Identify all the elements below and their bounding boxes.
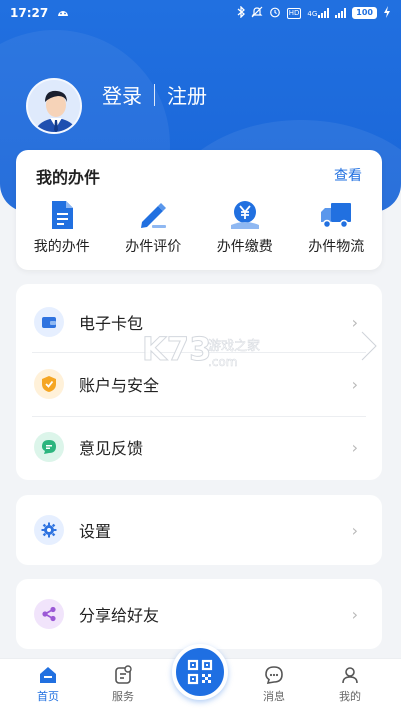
menu-label: 分享给好友 xyxy=(79,606,160,625)
tab-label: 我的 xyxy=(339,690,361,703)
menu-item-account-security[interactable]: 账户与安全 › xyxy=(16,353,382,415)
user-icon xyxy=(342,667,358,684)
service-icon xyxy=(115,665,132,684)
menu-item-card-wallet[interactable]: 电子卡包 › xyxy=(16,291,382,353)
share-icon xyxy=(34,599,64,629)
menu-label: 设置 xyxy=(79,522,112,541)
tab-label: 服务 xyxy=(112,690,134,703)
home-icon xyxy=(40,667,56,683)
gear-icon xyxy=(34,515,64,545)
mute-icon xyxy=(251,6,263,21)
hd-icon: HD xyxy=(286,7,302,19)
signal-icon: 4G xyxy=(307,8,330,18)
quick-label: 办件评价 xyxy=(125,239,182,255)
menu-card-2: 设置 › xyxy=(16,495,382,565)
quick-label: 办件缴费 xyxy=(216,239,273,255)
status-time: 17:27 xyxy=(10,6,49,20)
yuan-icon xyxy=(228,198,262,232)
alarm-icon xyxy=(269,6,281,21)
tab-service[interactable]: 服务 xyxy=(93,665,153,704)
view-all-link[interactable]: 查看 xyxy=(334,165,362,185)
document-icon xyxy=(45,198,79,232)
menu-item-settings[interactable]: 设置 › xyxy=(16,499,382,561)
message-icon xyxy=(265,666,283,684)
quick-my-affairs[interactable]: 我的办件 xyxy=(16,198,108,256)
tab-mine[interactable]: 我的 xyxy=(320,665,380,704)
menu-card-1: 电子卡包 › 账户与安全 › 意见反馈 › xyxy=(16,284,382,480)
quick-label: 我的办件 xyxy=(33,239,90,255)
qr-code-icon xyxy=(187,659,213,685)
tab-label: 消息 xyxy=(263,690,285,703)
tab-label: 首页 xyxy=(37,690,59,703)
network-type: 4G xyxy=(307,10,318,18)
menu-item-feedback[interactable]: 意见反馈 › xyxy=(16,416,382,478)
chevron-right-icon: › xyxy=(351,604,358,624)
wallet-icon xyxy=(34,307,64,337)
bluetooth-icon xyxy=(237,4,245,21)
register-link[interactable]: 注册 xyxy=(167,80,207,109)
status-icons: HD 4G 100 xyxy=(237,4,391,21)
chevron-right-icon: › xyxy=(351,374,358,394)
menu-item-share[interactable]: 分享给好友 › xyxy=(16,583,382,645)
card-title: 我的办件 xyxy=(36,168,101,187)
menu-label: 意见反馈 xyxy=(79,439,144,458)
tab-home[interactable]: 首页 xyxy=(18,665,78,704)
quick-evaluate[interactable]: 办件评价 xyxy=(108,198,200,256)
battery-level: 100 xyxy=(352,7,377,19)
scan-button[interactable] xyxy=(172,644,228,700)
charging-icon xyxy=(383,5,391,21)
chat-icon xyxy=(34,432,64,462)
avatar[interactable] xyxy=(26,78,82,134)
chevron-right-icon: › xyxy=(351,312,358,332)
chevron-right-icon: › xyxy=(351,520,358,540)
login-link[interactable]: 登录 xyxy=(102,80,142,109)
quick-payment[interactable]: 办件缴费 xyxy=(199,198,291,256)
signal-icon-2 xyxy=(335,8,347,18)
menu-card-3: 分享给好友 › xyxy=(16,579,382,649)
quick-logistics[interactable]: 办件物流 xyxy=(291,198,383,256)
quick-label: 办件物流 xyxy=(308,239,365,255)
shield-icon xyxy=(34,369,64,399)
menu-label: 电子卡包 xyxy=(79,314,144,333)
android-icon xyxy=(56,7,70,20)
quick-actions: 我的办件 办件评价 办件缴费 办件物流 xyxy=(16,198,382,256)
tab-messages[interactable]: 消息 xyxy=(244,665,304,704)
divider xyxy=(154,83,155,106)
pen-icon xyxy=(136,198,170,232)
status-bar: 17:27 HD 4G 100 xyxy=(0,0,401,26)
chevron-right-icon: › xyxy=(351,437,358,457)
my-affairs-card: 我的办件 查看 我的办件 办件评价 办件缴费 办件物流 xyxy=(16,150,382,270)
menu-label: 账户与安全 xyxy=(79,376,160,395)
truck-icon xyxy=(319,198,353,232)
auth-links: 登录 注册 xyxy=(102,80,207,109)
